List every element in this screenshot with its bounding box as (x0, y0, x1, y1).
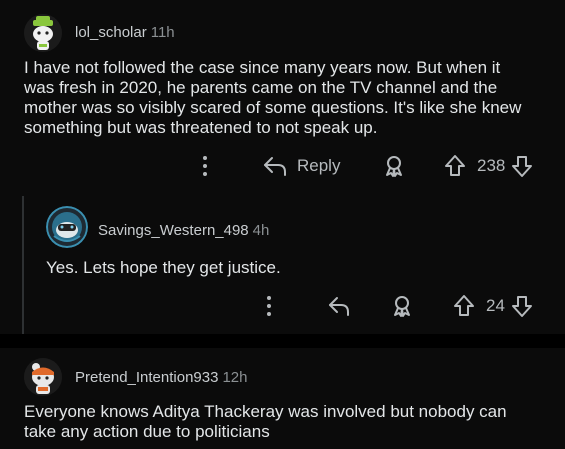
award-button[interactable] (382, 153, 406, 179)
more-options-button[interactable] (262, 293, 276, 319)
comment-separator (0, 334, 565, 348)
vote-count: 238 (477, 156, 506, 175)
avatar[interactable] (46, 206, 88, 248)
comment-body-line: Everyone knows Aditya Thackeray was invo… (24, 402, 507, 421)
avatar[interactable] (24, 358, 62, 396)
comment-author-line: lol_scholar 11h (75, 24, 175, 41)
comment-body-line: I have not followed the case since many … (24, 58, 501, 77)
comment-author-line: Pretend_Intention933 12h (75, 369, 247, 386)
more-vertical-icon (203, 156, 207, 176)
avatar[interactable] (24, 14, 62, 52)
award-icon (394, 296, 410, 317)
comment-age: 4h (252, 222, 270, 239)
reply-arrow-icon (264, 157, 286, 176)
snoo-avatar-icon (46, 206, 88, 248)
reply-button[interactable]: Reply (262, 153, 340, 179)
username[interactable]: Savings_Western_498 (98, 222, 249, 239)
comment-author-line: Savings_Western_498 4h (98, 222, 269, 239)
comment-body-line: Yes. Lets hope they get justice. (46, 258, 281, 277)
comment-body: I have not followed the case since many … (24, 58, 554, 138)
vote-controls: 24 (453, 293, 533, 319)
reply-button[interactable] (327, 293, 351, 319)
comment-body-line: mother was so visibly scared of some que… (24, 98, 522, 117)
reply-arrow-icon (329, 297, 349, 316)
award-button[interactable] (390, 293, 414, 319)
comment-body: Everyone knows Aditya Thackeray was invo… (24, 402, 554, 442)
thread-line[interactable] (22, 196, 24, 334)
comment-age: 12h (222, 369, 248, 386)
vote-controls: 238 (444, 153, 533, 179)
downvote-arrow-icon[interactable] (511, 294, 533, 318)
comment-lol-scholar: lol_scholar 11h I have not followed the c… (0, 0, 565, 334)
upvote-arrow-icon[interactable] (444, 154, 466, 178)
username[interactable]: Pretend_Intention933 (75, 369, 218, 386)
comment-age: 11h (150, 24, 175, 41)
comment-pretend-intention: Pretend_Intention933 12h Everyone knows A… (0, 348, 565, 449)
upvote-arrow-icon[interactable] (453, 294, 475, 318)
snoo-avatar-icon (24, 14, 62, 52)
more-vertical-icon (267, 296, 271, 316)
reply-label: Reply (297, 156, 341, 175)
downvote-arrow-icon[interactable] (511, 154, 533, 178)
comment-body-line: take any action due to politicians (24, 422, 270, 441)
username[interactable]: lol_scholar (75, 24, 147, 41)
comment-body-line: was fresh in 2020, he parents came on th… (24, 78, 498, 97)
snoo-avatar-icon (24, 358, 62, 396)
award-icon (386, 156, 402, 177)
comment-thread: lol_scholar 11h I have not followed the c… (0, 0, 565, 449)
more-options-button[interactable] (198, 153, 212, 179)
vote-count: 24 (486, 296, 505, 315)
comment-body-line: something but was threatened to not spea… (24, 118, 378, 137)
comment-body: Yes. Lets hope they get justice. (46, 258, 546, 278)
